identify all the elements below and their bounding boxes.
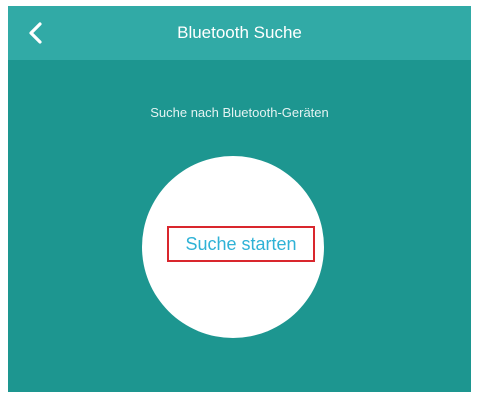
back-button[interactable] [18, 16, 52, 50]
page-title: Bluetooth Suche [177, 23, 302, 42]
bluetooth-search-screen: Bluetooth Suche Suche nach Bluetooth-Ger… [8, 6, 471, 392]
search-description: Suche nach Bluetooth-Geräten [150, 105, 329, 120]
header-bar: Bluetooth Suche [8, 6, 471, 60]
start-search-button[interactable]: Suche starten [167, 226, 315, 262]
chevron-left-icon [29, 22, 42, 44]
